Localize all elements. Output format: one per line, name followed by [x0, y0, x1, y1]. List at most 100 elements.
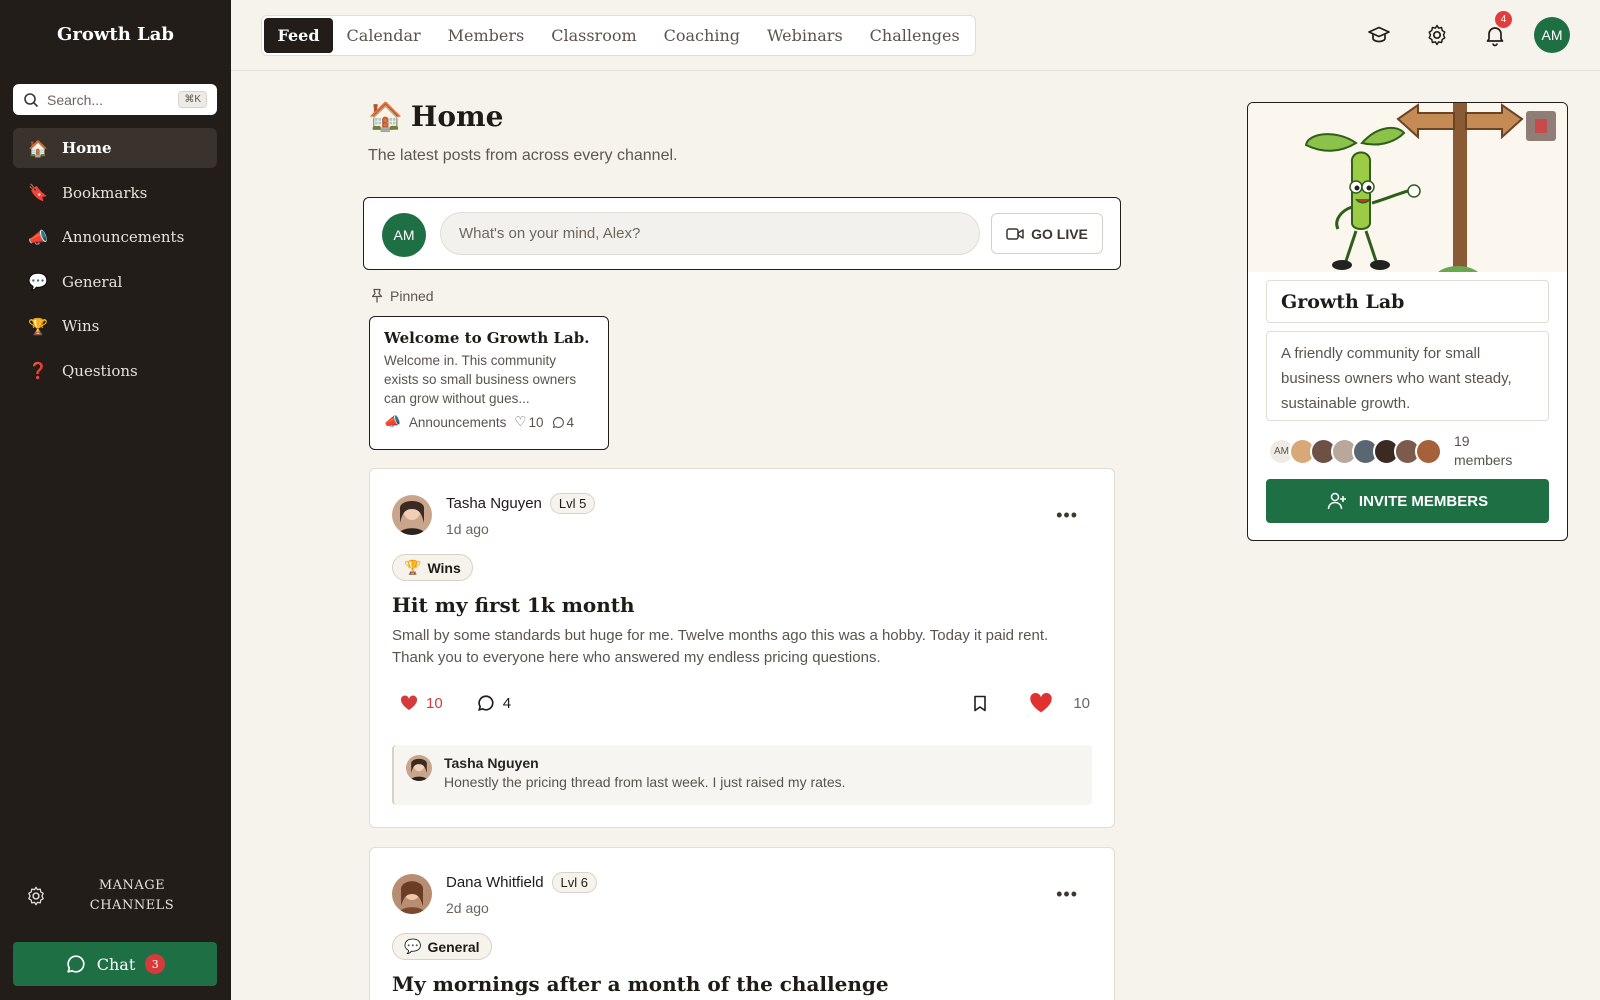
- comment-count: 4: [502, 694, 512, 712]
- speech-bubble-icon: 💬: [28, 272, 48, 291]
- section-tabs: Feed Calendar Members Classroom Coaching…: [261, 15, 977, 56]
- chat-button[interactable]: Chat 3: [13, 942, 217, 986]
- page-subtitle: The latest posts from across every chann…: [368, 147, 678, 164]
- chat-label: Chat: [96, 954, 136, 974]
- graduation-cap-icon: [1368, 26, 1390, 43]
- author-name[interactable]: Dana Whitfield: [446, 874, 544, 891]
- commenter-avatar: [406, 755, 432, 781]
- avatar: AM: [382, 213, 426, 257]
- search-input[interactable]: Search... ⌘K: [13, 84, 217, 115]
- search-placeholder: Search...: [47, 91, 104, 108]
- brand-title[interactable]: Growth Lab: [0, 24, 231, 45]
- go-live-button[interactable]: GO LIVE: [991, 213, 1103, 254]
- notifications-button[interactable]: 4: [1476, 11, 1514, 54]
- author-avatar[interactable]: [392, 874, 432, 914]
- like-button[interactable]: 10: [400, 695, 443, 712]
- comment-icon: [552, 416, 564, 428]
- gear-icon: [28, 886, 44, 906]
- sidebar-item-label: Home: [62, 139, 112, 157]
- chat-bubble-icon: [67, 955, 85, 973]
- community-description: A friendly community for small business …: [1266, 331, 1549, 421]
- post-title[interactable]: My mornings after a month of the challen…: [392, 972, 889, 996]
- channel-chip[interactable]: 💬 General: [392, 933, 492, 960]
- user-avatar[interactable]: AM: [1534, 17, 1570, 53]
- pinned-post-channel: Announcements: [408, 414, 507, 430]
- pinned-label: Pinned: [390, 288, 434, 304]
- post-composer: AM What's on your mind, Alex? GO LIVE: [363, 197, 1121, 270]
- sidebar-item-bookmarks[interactable]: 🔖 Bookmarks: [13, 173, 217, 213]
- post-card: Tasha Nguyen Lvl 5 1d ago ••• 🏆 Wins Hit…: [369, 468, 1115, 828]
- heart-outline-icon: ♡: [514, 414, 527, 429]
- pinned-comment-count: 4: [566, 414, 575, 430]
- pin-icon: [371, 288, 383, 303]
- member-count-number: 19: [1454, 433, 1470, 449]
- channel-chip-label: Wins: [427, 559, 461, 576]
- channel-chip[interactable]: 🏆 Wins: [392, 554, 473, 581]
- heart-icon: [400, 695, 418, 710]
- search-icon: [24, 92, 39, 107]
- sidebar-item-label: Questions: [62, 361, 138, 380]
- sidebar-item-announcements[interactable]: 📣 Announcements: [13, 217, 217, 257]
- comment-preview[interactable]: Tasha Nguyen Honestly the pricing thread…: [392, 745, 1092, 805]
- chat-count-badge: 3: [145, 954, 166, 974]
- member-count-label: members: [1454, 452, 1513, 468]
- pinned-post-card[interactable]: Welcome to Growth Lab. ... Welcome in. T…: [369, 316, 609, 450]
- channel-chip-label: General: [427, 938, 480, 955]
- pinned-header: Pinned: [370, 288, 434, 304]
- video-camera-icon: [1006, 227, 1024, 240]
- tab-feed[interactable]: Feed: [264, 18, 334, 53]
- sidebar-item-label: Wins: [62, 317, 100, 335]
- like-count: 10: [426, 694, 443, 712]
- sidebar-item-wins[interactable]: 🏆 Wins: [13, 306, 217, 346]
- question-mark-icon: ❓: [28, 361, 48, 380]
- tab-calendar[interactable]: Calendar: [333, 18, 434, 53]
- home-icon: 🏠: [28, 138, 48, 158]
- top-actions: 4 AM: [1360, 11, 1570, 54]
- sidebar-item-label: Bookmarks: [62, 183, 148, 202]
- post-card: Dana Whitfield Lvl 6 2d ago ••• 💬 Genera…: [369, 847, 1115, 1000]
- megaphone-icon: 📣: [28, 227, 48, 247]
- channel-nav: 🏠 Home 🔖 Bookmarks 📣 Announcements 💬 Gen…: [13, 128, 217, 395]
- classroom-button[interactable]: [1360, 16, 1398, 54]
- sidebar-item-general[interactable]: 💬 General: [13, 262, 217, 302]
- pinned-post-title: Welcome to Growth Lab. ...: [384, 329, 594, 347]
- pinned-like-count: 10: [528, 414, 544, 430]
- tab-webinars[interactable]: Webinars: [753, 18, 856, 53]
- search-shortcut-badge: ⌘K: [178, 91, 207, 108]
- author-avatar[interactable]: [392, 495, 432, 535]
- home-icon: 🏠: [368, 100, 403, 133]
- community-illustration: [1248, 103, 1567, 272]
- invite-members-button[interactable]: INVITE MEMBERS: [1266, 479, 1549, 523]
- level-badge: Lvl 5: [549, 493, 596, 514]
- post-actions: 10 4 10: [400, 691, 1090, 715]
- comment-button[interactable]: 4: [477, 694, 511, 712]
- page-title-text: Home: [410, 100, 504, 133]
- more-options-icon[interactable]: •••: [1056, 505, 1078, 526]
- post-author: Tasha Nguyen Lvl 5: [446, 493, 596, 514]
- author-name[interactable]: Tasha Nguyen: [446, 495, 542, 512]
- post-input[interactable]: What's on your mind, Alex?: [440, 212, 980, 255]
- notification-count-badge: 4: [1495, 11, 1512, 28]
- gear-icon: [1428, 24, 1446, 46]
- post-secondary-actions: 10: [973, 692, 1090, 714]
- sidebar-item-home[interactable]: 🏠 Home: [13, 128, 217, 168]
- settings-button[interactable]: [1418, 16, 1456, 54]
- tab-members[interactable]: Members: [434, 18, 538, 53]
- tab-coaching[interactable]: Coaching: [650, 18, 753, 53]
- post-author: Dana Whitfield Lvl 6: [446, 872, 598, 893]
- post-title[interactable]: Hit my first 1k month: [392, 593, 635, 617]
- add-user-icon: [1327, 492, 1346, 510]
- page-title: 🏠 Home: [368, 100, 503, 133]
- more-options-icon[interactable]: •••: [1056, 884, 1078, 905]
- reaction-count: 10: [1073, 694, 1090, 712]
- post-timestamp: 2d ago: [446, 900, 489, 916]
- sidebar: Growth Lab Search... ⌘K 🏠 Home 🔖 Bookmar…: [0, 0, 231, 1000]
- tab-classroom[interactable]: Classroom: [538, 18, 650, 53]
- megaphone-icon: 📣: [384, 414, 401, 429]
- sidebar-item-questions[interactable]: ❓ Questions: [13, 351, 217, 391]
- bookmark-icon[interactable]: [973, 695, 987, 712]
- member-avatars[interactable]: AM 19 members: [1268, 431, 1512, 471]
- heart-reaction-icon[interactable]: [1029, 692, 1053, 714]
- tab-challenges[interactable]: Challenges: [856, 18, 973, 53]
- manage-channels-button[interactable]: MANAGE CHANNELS: [13, 876, 217, 916]
